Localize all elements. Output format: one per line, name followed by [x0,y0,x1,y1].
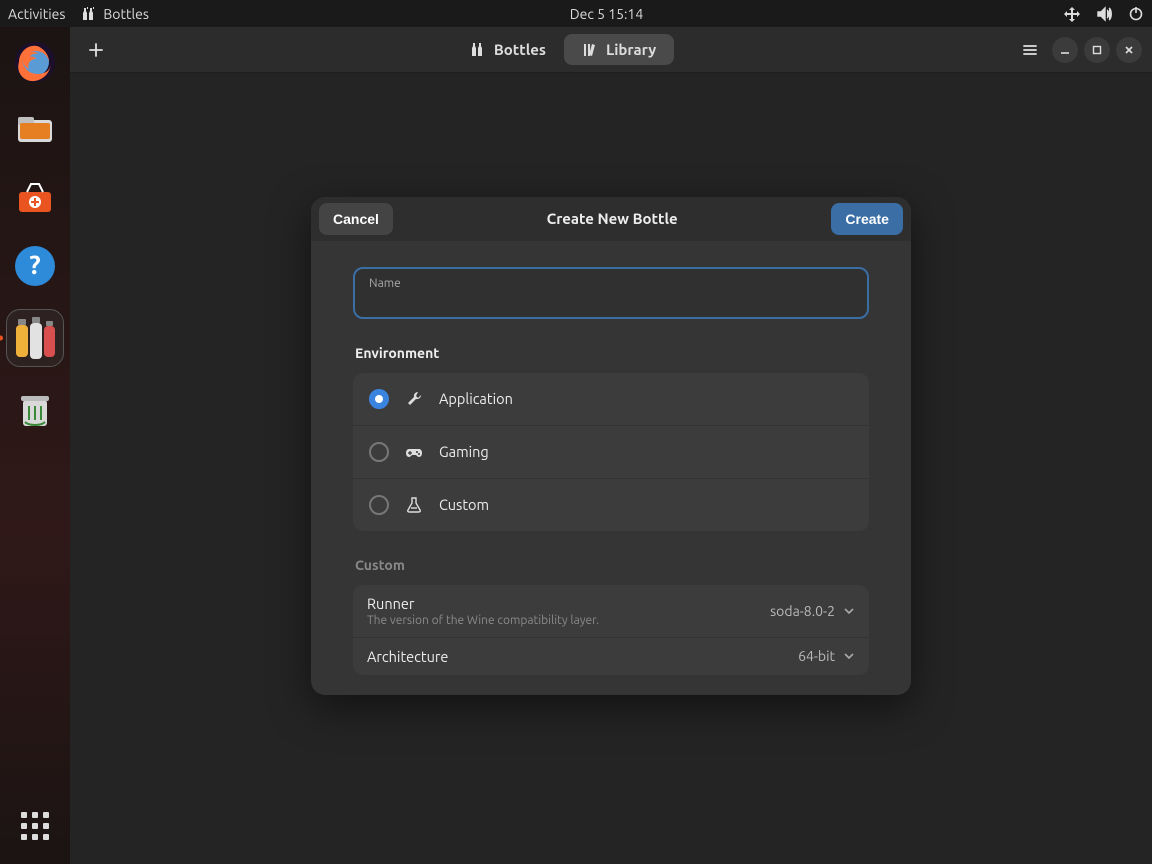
bottles-window: Bottles Library [70,27,1152,864]
name-label: Name [369,277,853,290]
ubuntu-dock: ? [0,27,70,864]
dock-files[interactable] [10,105,60,155]
custom-options: Runner The version of the Wine compatibi… [353,585,869,675]
dialog-title: Create New Bottle [547,210,678,227]
create-button[interactable]: Create [831,203,903,235]
runner-value: soda-8.0-2 [770,603,835,619]
flask-icon [405,496,423,514]
gamepad-icon [405,443,423,461]
topbar-app-name: Bottles [103,6,149,22]
bottles-icon [81,6,97,22]
dock-bottles[interactable] [6,309,64,367]
volume-icon[interactable] [1096,6,1112,22]
gnome-topbar: Activities Bottles Dec 5 15:14 [0,0,1152,27]
name-input[interactable] [369,290,853,307]
power-icon[interactable] [1128,6,1144,22]
topbar-app-indicator[interactable]: Bottles [81,6,149,22]
runner-row[interactable]: Runner The version of the Wine compatibi… [353,585,869,638]
close-icon [1124,45,1134,55]
dock-trash[interactable] [10,385,60,435]
runner-desc: The version of the Wine compatibility la… [367,614,599,627]
window-close[interactable] [1116,37,1142,63]
view-switcher: Bottles Library [452,34,674,65]
dialog-header: Cancel Create New Bottle Create [311,197,911,241]
tab-bottles[interactable]: Bottles [452,34,564,65]
runner-title: Runner [367,595,599,612]
minimize-icon [1060,45,1070,55]
bottles-icon [470,42,486,58]
env-application-label: Application [439,390,513,407]
environment-list: Application Gaming Custom [353,373,869,531]
radio-application[interactable] [369,389,389,409]
env-gaming-row[interactable]: Gaming [353,426,869,479]
activities-button[interactable]: Activities [8,6,65,22]
tab-library[interactable]: Library [564,34,674,65]
maximize-icon [1092,45,1102,55]
architecture-value: 64-bit [798,648,835,664]
create-bottle-dialog: Cancel Create New Bottle Create Name Env… [311,197,911,695]
environment-heading: Environment [355,345,869,361]
cancel-button[interactable]: Cancel [319,203,393,235]
wrench-icon [405,390,423,408]
dock-show-apps[interactable] [15,806,55,846]
network-icon[interactable] [1064,6,1080,22]
architecture-title: Architecture [367,648,448,665]
dock-software[interactable] [10,173,60,223]
name-field[interactable]: Name [353,267,869,319]
env-application-row[interactable]: Application [353,373,869,426]
env-custom-row[interactable]: Custom [353,479,869,531]
architecture-row[interactable]: Architecture 64-bit [353,638,869,675]
window-maximize[interactable] [1084,37,1110,63]
custom-heading: Custom [355,557,869,573]
library-icon [582,42,598,58]
plus-icon [88,42,104,58]
window-minimize[interactable] [1052,37,1078,63]
radio-gaming[interactable] [369,442,389,462]
env-gaming-label: Gaming [439,443,489,460]
tab-bottles-label: Bottles [494,41,546,58]
dock-help[interactable]: ? [10,241,60,291]
topbar-clock[interactable]: Dec 5 15:14 [570,6,643,22]
chevron-down-icon [843,650,855,662]
dock-firefox[interactable] [10,37,60,87]
headerbar: Bottles Library [70,27,1152,73]
chevron-down-icon [843,605,855,617]
env-custom-label: Custom [439,496,489,513]
new-bottle-button[interactable] [80,34,112,66]
svg-text:?: ? [29,250,40,279]
radio-custom[interactable] [369,495,389,515]
tab-library-label: Library [606,41,656,58]
hamburger-menu[interactable] [1014,34,1046,66]
menu-icon [1022,42,1038,58]
